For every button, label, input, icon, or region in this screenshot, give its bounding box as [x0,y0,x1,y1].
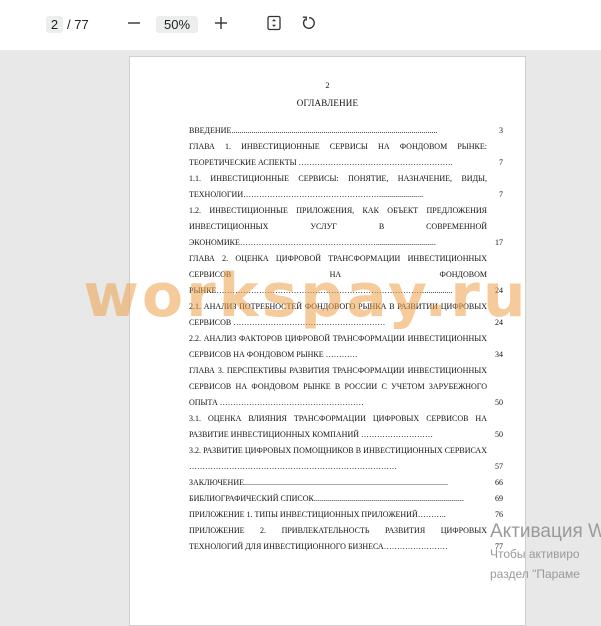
toc-entry-title: ПРИЛОЖЕНИЕ 2. ПРИВЛЕКАТЕЛЬНОСТЬ РАЗВИТИЯ… [189,526,487,551]
toc-entry-page: 7 [499,190,503,199]
toc-entry-title: 3.1. ОЦЕНКА ВЛИЯНИЯ ТРАНСФОРМАЦИИ ЦИФРОВ… [189,414,487,439]
toc-entry-title: БИБЛИОГРАФИЧЕСКИЙ СПИСОК................… [189,494,464,503]
toc-entry[interactable]: 3.1. ОЦЕНКА ВЛИЯНИЯ ТРАНСФОРМАЦИИ ЦИФРОВ… [189,411,503,443]
toc-entry-title: ГЛАВА 3. ПЕРСПЕКТИВЫ РАЗВИТИЯ ТРАНСФОРМА… [189,366,487,407]
zoom-in-button[interactable] [210,14,232,36]
toc-entry-page: 7 [499,158,503,167]
activation-line-2: раздел "Параме [490,567,580,581]
toc-entry-page: 66 [495,478,503,487]
minus-icon [127,16,141,35]
fit-page-button[interactable] [263,14,285,36]
fit-page-icon [266,15,282,36]
windows-activation-notice: Активация W Чтобы активиро раздел "Парам… [490,520,601,584]
page-title: ОГЛАВЛЕНИЕ [296,98,359,108]
document-page: 2 ОГЛАВЛЕНИЕ ВВЕДЕНИЕ...................… [129,56,526,626]
toc-entry[interactable]: 2.1. АНАЛИЗ ПОТРЕБНОСТЕЙ ФОНДОВОГО РЫНКА… [189,299,503,331]
toc-entry-title: 1.1. ИНВЕСТИЦИОННЫЕ СЕРВИСЫ: ПОНЯТИЕ, НА… [189,174,487,199]
toc-entry[interactable]: ПРИЛОЖЕНИЕ 1. ТИПЫ ИНВЕСТИЦИОННЫХ ПРИЛОЖ… [189,507,503,523]
toc-entry-page: 50 [495,430,503,439]
zoom-out-button[interactable] [123,14,145,36]
pdf-toolbar: 2 / 77 50% [0,0,601,50]
toc-entry[interactable]: ГЛАВА 3. ПЕРСПЕКТИВЫ РАЗВИТИЯ ТРАНСФОРМА… [189,363,503,411]
table-of-contents: ВВЕДЕНИЕ................................… [189,123,503,555]
toc-entry-page: 57 [495,462,503,471]
toc-entry[interactable]: ВВЕДЕНИЕ................................… [189,123,503,139]
toc-entry[interactable]: 3.2. РАЗВИТИЕ ЦИФРОВЫХ ПОМОЩНИКОВ В ИНВЕ… [189,443,503,475]
toc-entry-title: 2.1. АНАЛИЗ ПОТРЕБНОСТЕЙ ФОНДОВОГО РЫНКА… [189,302,487,327]
toc-entry[interactable]: 1.1. ИНВЕСТИЦИОННЫЕ СЕРВИСЫ: ПОНЯТИЕ, НА… [189,171,503,203]
toc-entry[interactable]: ПРИЛОЖЕНИЕ 2. ПРИВЛЕКАТЕЛЬНОСТЬ РАЗВИТИЯ… [189,523,503,555]
toc-entry-page: 24 [495,318,503,327]
plus-icon [214,16,228,35]
toc-entry-title: ГЛАВА 2. ОЦЕНКА ЦИФРОВОЙ ТРАНСФОРМАЦИИ И… [189,254,487,295]
toc-entry-page: 69 [495,494,503,503]
toc-entry-title: ЗАКЛЮЧЕНИЕ..............................… [189,478,448,487]
toc-entry[interactable]: 1.2. ИНВЕСТИЦИОННЫЕ ПРИЛОЖЕНИЯ, КАК ОБЪЕ… [189,203,503,251]
toc-entry[interactable]: ГЛАВА 1. ИНВЕСТИЦИОННЫЕ СЕРВИСЫ НА ФОНДО… [189,139,503,171]
toc-entry-page: 24 [495,286,503,295]
toc-entry[interactable]: ЗАКЛЮЧЕНИЕ..............................… [189,475,503,491]
activation-title: Активация W [490,521,601,542]
toc-entry-page: 17 [495,238,503,247]
total-pages-label: / 77 [67,17,89,32]
toc-entry-title: ГЛАВА 1. ИНВЕСТИЦИОННЫЕ СЕРВИСЫ НА ФОНДО… [189,142,487,167]
toc-entry-title: 3.2. РАЗВИТИЕ ЦИФРОВЫХ ПОМОЩНИКОВ В ИНВЕ… [189,446,487,471]
toc-entry-page: 34 [495,350,503,359]
rotate-icon [301,15,317,36]
toc-entry-page: 3 [499,126,503,135]
toc-entry[interactable]: 2.2. АНАЛИЗ ФАКТОРОВ ЦИФРОВОЙ ТРАНСФОРМА… [189,331,503,363]
toc-entry-title: ВВЕДЕНИЕ................................… [189,126,438,135]
activation-line-1: Чтобы активиро [490,547,580,561]
toc-entry-title: 1.2. ИНВЕСТИЦИОННЫЕ ПРИЛОЖЕНИЯ, КАК ОБЪЕ… [189,206,487,247]
zoom-level-input[interactable]: 50% [156,16,198,33]
toc-entry-title: ПРИЛОЖЕНИЕ 1. ТИПЫ ИНВЕСТИЦИОННЫХ ПРИЛОЖ… [189,510,446,519]
current-page-input[interactable]: 2 [46,16,63,33]
rotate-button[interactable] [298,14,320,36]
toc-entry[interactable]: БИБЛИОГРАФИЧЕСКИЙ СПИСОК................… [189,491,503,507]
toc-entry-title: 2.2. АНАЛИЗ ФАКТОРОВ ЦИФРОВОЙ ТРАНСФОРМА… [189,334,487,359]
toc-entry-page: 50 [495,398,503,407]
page-number: 2 [325,80,330,90]
toc-entry[interactable]: ГЛАВА 2. ОЦЕНКА ЦИФРОВОЙ ТРАНСФОРМАЦИИ И… [189,251,503,299]
